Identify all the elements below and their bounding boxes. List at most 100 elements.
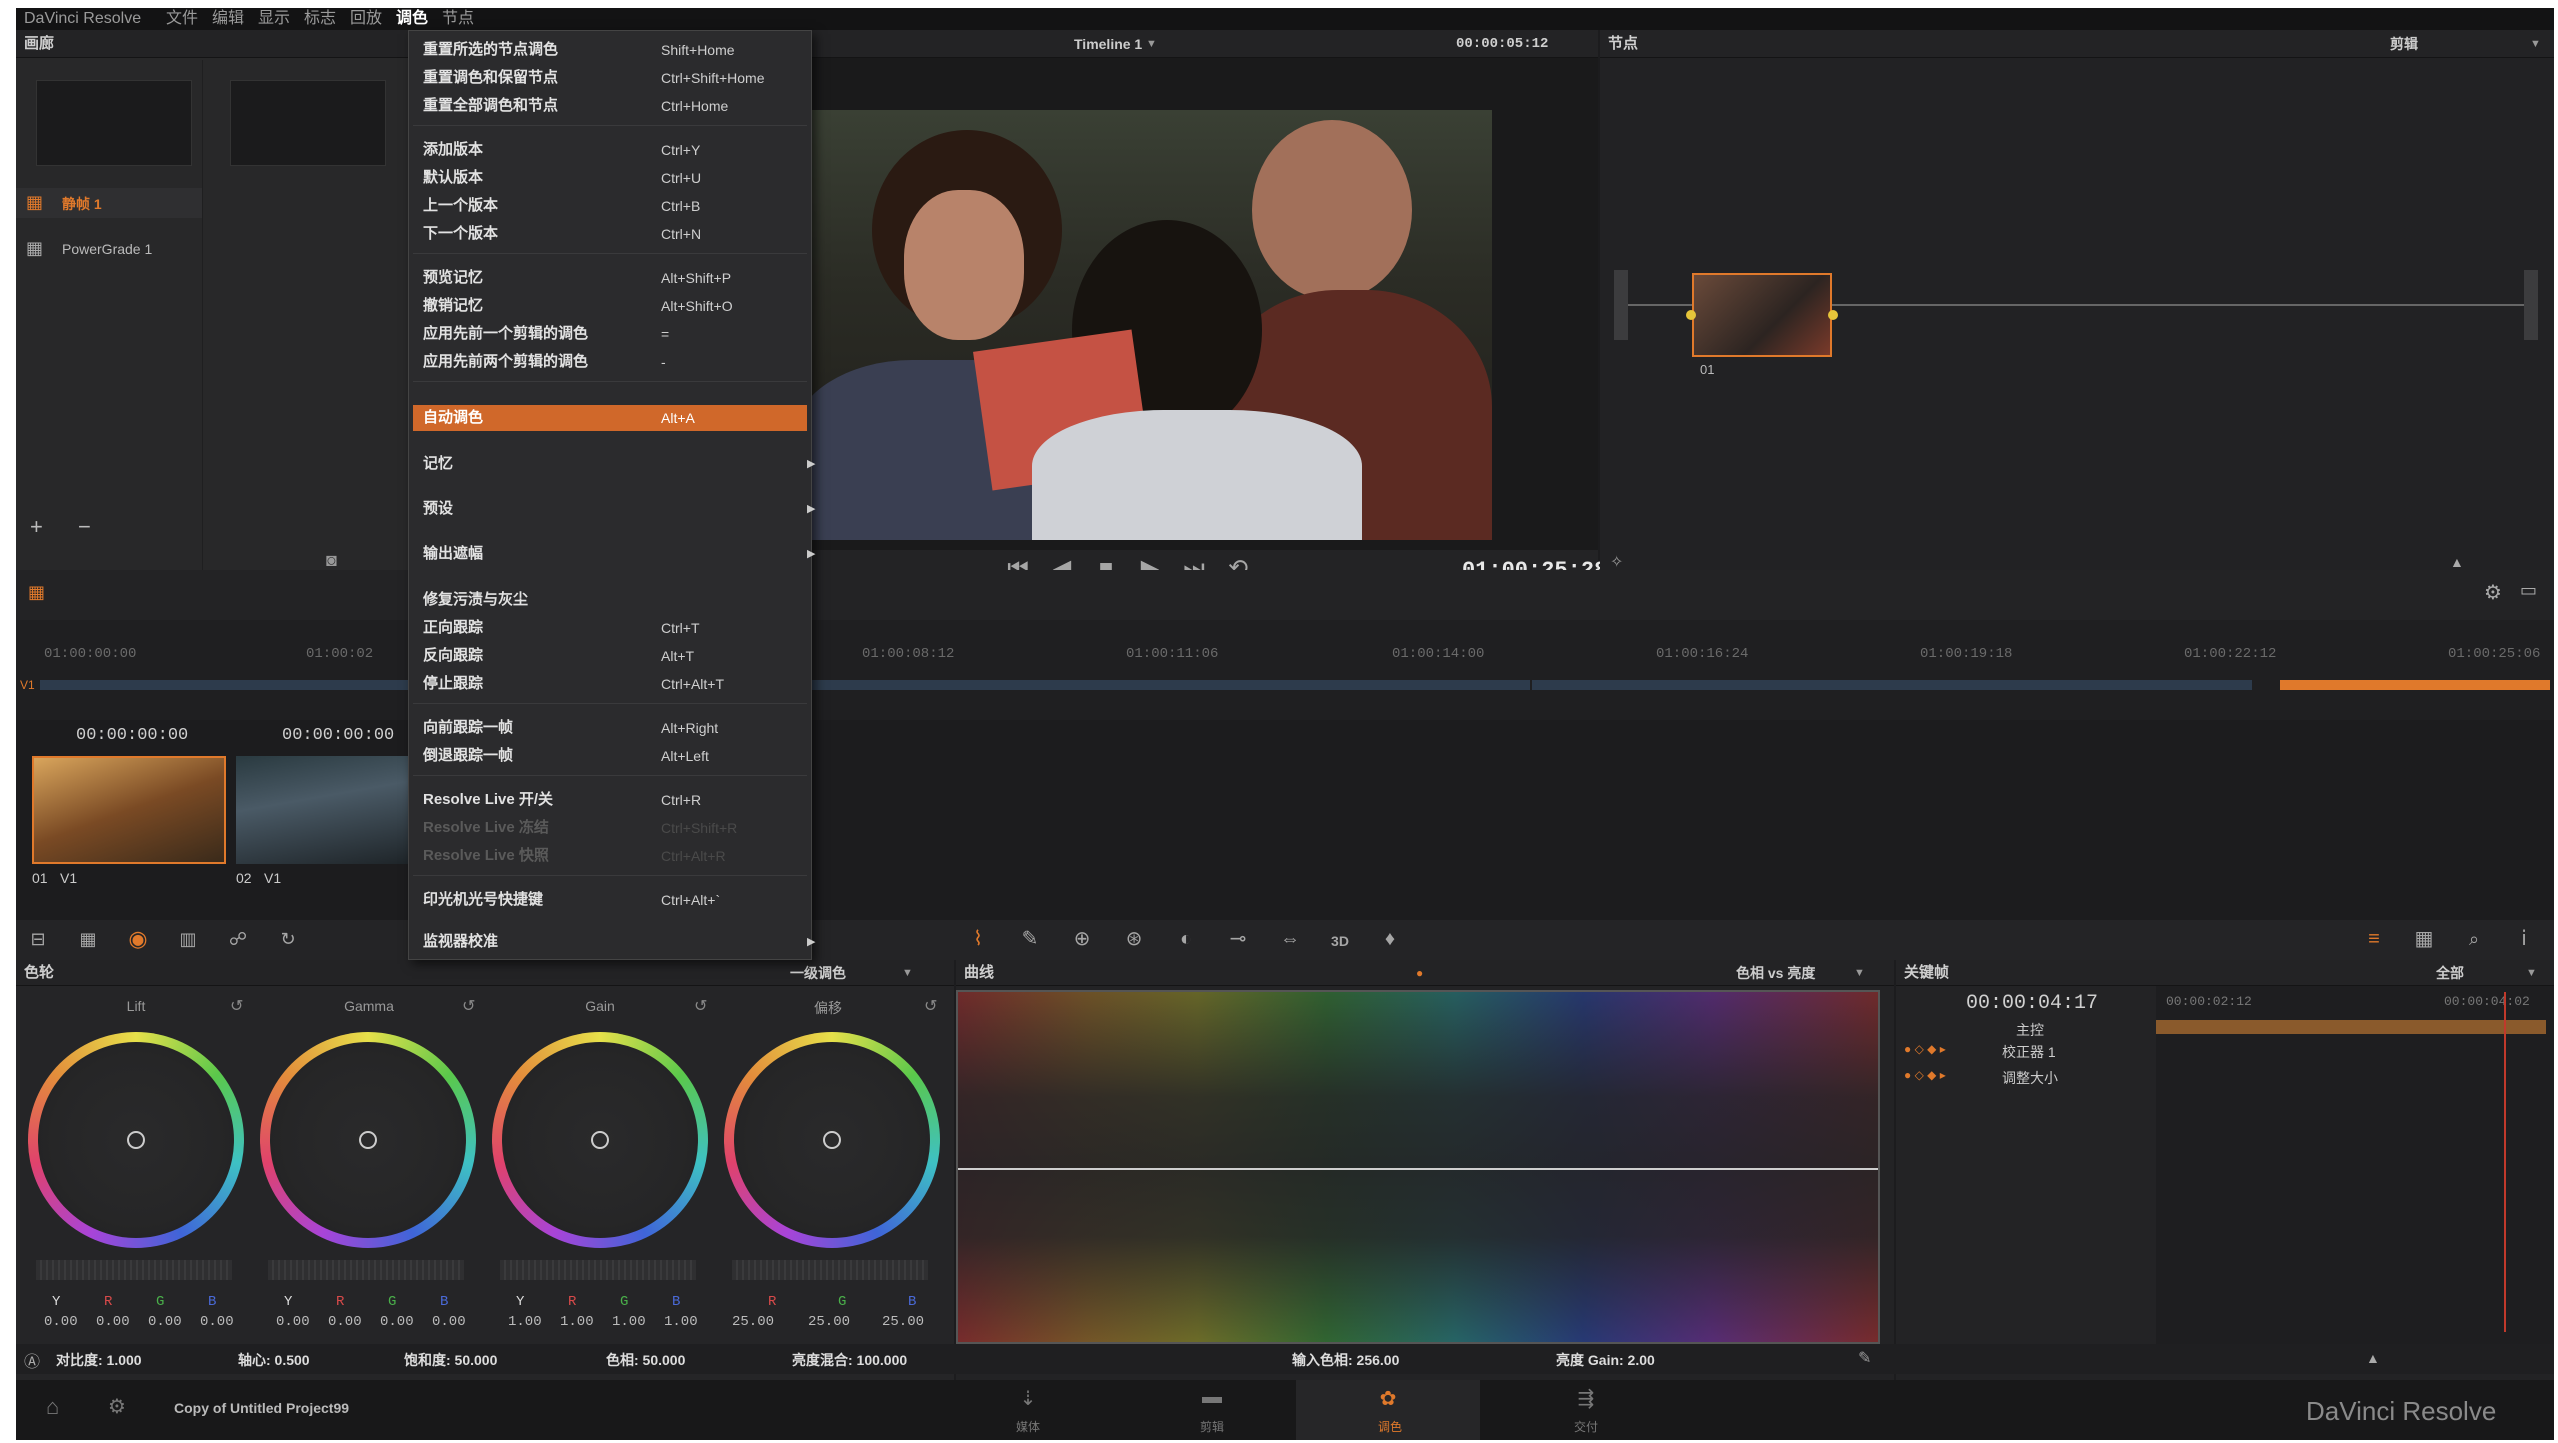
settings-icon[interactable]: ⚙ [108, 1394, 126, 1419]
wheel-puck[interactable] [591, 1131, 609, 1149]
reset-icon[interactable]: ↺ [924, 996, 937, 1016]
gamma-value-b[interactable]: 0.00 [432, 1314, 466, 1330]
menu-nodes[interactable]: 节点 [442, 8, 474, 30]
nodes-mode-select[interactable]: 剪辑 [2390, 30, 2418, 58]
gamma-value-r[interactable]: 0.00 [328, 1314, 362, 1330]
menu-item-preview-memory[interactable]: 预览记忆 Alt+Shift+P [423, 265, 1183, 291]
menu-item-memories[interactable]: 记忆 ▶ [423, 451, 1183, 477]
add-album-icon[interactable]: + [30, 514, 43, 540]
search-icon[interactable]: ⌕ [2456, 924, 2492, 954]
menu-item-track-forward[interactable]: 正向跟踪 Ctrl+T [423, 615, 1183, 641]
gain-value-g[interactable]: 1.00 [612, 1314, 646, 1330]
offset-master-wheel[interactable] [732, 1260, 928, 1280]
menu-edit[interactable]: 编辑 [212, 8, 244, 30]
gain-value-y[interactable]: 1.00 [508, 1314, 542, 1330]
primary-mode-select[interactable]: 一级调色 [790, 960, 846, 986]
menu-view[interactable]: 显示 [258, 8, 290, 30]
eyedropper-icon[interactable]: ✎ [1858, 1348, 1871, 1368]
menu-item-resolve-live-toggle[interactable]: Resolve Live 开/关 Ctrl+R [423, 787, 1183, 813]
menu-item-dust-removal[interactable]: 修复污渍与灰尘 [423, 587, 1183, 613]
lift-value-g[interactable]: 0.00 [148, 1314, 182, 1330]
motion-effects-icon[interactable]: ☍ [220, 924, 256, 954]
keyframe-row-corrector[interactable]: 校正器 1 [2002, 1042, 2056, 1062]
menu-playback[interactable]: 回放 [350, 8, 382, 30]
menu-item-apply-prev-one[interactable]: 应用先前一个剪辑的调色 = [423, 321, 1183, 347]
gamma-value-y[interactable]: 0.00 [276, 1314, 310, 1330]
hue-vs-lum-graph[interactable] [956, 990, 1880, 1344]
lift-master-wheel[interactable] [36, 1260, 232, 1280]
clip-thumbnail-01[interactable] [32, 756, 226, 864]
lift-value-y[interactable]: 0.00 [44, 1314, 78, 1330]
wheel-puck[interactable] [823, 1131, 841, 1149]
offset-value-b[interactable]: 25.00 [882, 1314, 924, 1330]
menu-item-apply-prev-two[interactable]: 应用先前两个剪辑的调色 - [423, 349, 1183, 375]
menu-item-track-prev-frame[interactable]: 倒退跟踪一帧 Alt+Left [423, 743, 1183, 769]
keyframe-dot[interactable]: ● ◇ ◆ ▸ [1904, 1042, 1946, 1056]
page-edit[interactable]: ▬ 剪辑 [1172, 1386, 1252, 1438]
mini-timeline[interactable]: 01:00:00:00 01:00:02 01:00:08:12 01:00:1… [16, 620, 2554, 720]
contrast-value[interactable]: 对比度: 1.000 [56, 1350, 142, 1370]
album-item-powergrade[interactable]: ▦ PowerGrade 1 [16, 234, 202, 264]
keyframe-dot[interactable]: ● ◇ ◆ ▸ [1904, 1068, 1946, 1082]
keyframe-track-area[interactable]: 00:00:02:12 00:00:04:02 [2156, 986, 2554, 1346]
menu-item-prev-version[interactable]: 上一个版本 Ctrl+B [423, 193, 1183, 219]
lum-mix-value[interactable]: 亮度混合: 100.000 [792, 1350, 907, 1370]
rgb-mixer-icon[interactable]: ▥ [170, 924, 206, 954]
menu-item-track-next-frame[interactable]: 向前跟踪一帧 Alt+Right [423, 715, 1183, 741]
reset-icon[interactable]: ↺ [230, 996, 243, 1016]
dropper-icon[interactable]: ♦ [1372, 924, 1408, 954]
node-input[interactable] [1614, 270, 1628, 340]
zoom-handle[interactable]: ▲ [2366, 1350, 2380, 1366]
grid-icon[interactable]: ▦ [2406, 924, 2442, 954]
wheel-puck[interactable] [359, 1131, 377, 1149]
page-color[interactable]: ✿ 调色 [1296, 1380, 1480, 1440]
chevron-down-icon[interactable]: ▼ [902, 960, 913, 986]
keyframe-playhead[interactable] [2504, 992, 2506, 1332]
offset-value-g[interactable]: 25.00 [808, 1314, 850, 1330]
menu-color[interactable]: 调色 [396, 8, 428, 30]
menu-mark[interactable]: 标志 [304, 8, 336, 30]
chevron-down-icon[interactable]: ▼ [1854, 960, 1865, 986]
gamma-master-wheel[interactable] [268, 1260, 464, 1280]
remove-album-icon[interactable]: − [78, 514, 91, 540]
refresh-icon[interactable]: ↻ [270, 924, 306, 954]
keyframe-master-bar[interactable] [2156, 1020, 2546, 1034]
display-icon[interactable]: ▭ [2520, 580, 2537, 601]
page-media[interactable]: ⇣ 媒体 [988, 1386, 1068, 1438]
clip-thumbnail-02[interactable] [236, 756, 416, 864]
menu-item-reset-selected-node[interactable]: 重置所选的节点调色 Shift+Home [423, 37, 1183, 63]
settings-icon[interactable]: ⚙ [2484, 580, 2502, 605]
menu-item-default-version[interactable]: 默认版本 Ctrl+U [423, 165, 1183, 191]
lift-value-b[interactable]: 0.00 [200, 1314, 234, 1330]
node-01[interactable] [1692, 273, 1832, 357]
home-icon[interactable]: ⌂ [46, 1394, 59, 1420]
chevron-down-icon[interactable]: ▼ [2530, 30, 2541, 58]
gallery-still-slot[interactable] [230, 80, 386, 166]
gain-value-b[interactable]: 1.00 [664, 1314, 698, 1330]
node-tool-icon[interactable]: ✧ [1610, 552, 1623, 572]
keyframes-icon[interactable]: ≡ [2356, 924, 2392, 954]
timeline-icon[interactable]: ▦ [28, 582, 45, 603]
keyframe-row-sizing[interactable]: 调整大小 [2002, 1068, 2058, 1088]
page-deliver[interactable]: ⇶ 交付 [1546, 1386, 1626, 1438]
timeline-clip-2[interactable] [1532, 680, 2252, 690]
node-output-dot[interactable] [1828, 310, 1838, 320]
menu-item-track-reverse[interactable]: 反向跟踪 Alt+T [423, 643, 1183, 669]
node-input-dot[interactable] [1686, 310, 1696, 320]
gallery-view-icon[interactable]: ◙ [326, 550, 337, 571]
menu-item-printer-lights[interactable]: 印光机光号快捷键 Ctrl+Alt+` [423, 887, 1183, 913]
color-match-icon[interactable]: ▦ [70, 924, 106, 954]
menu-item-monitor-calibration[interactable]: 监视器校准 ▶ [423, 929, 1183, 955]
keyframes-filter[interactable]: 全部 [2436, 960, 2464, 986]
menu-item-reset-keep-nodes[interactable]: 重置调色和保留节点 Ctrl+Shift+Home [423, 65, 1183, 91]
lift-value-r[interactable]: 0.00 [96, 1314, 130, 1330]
menu-item-auto-color[interactable]: 自动调色 Alt+A [413, 405, 807, 431]
gain-value-r[interactable]: 1.00 [560, 1314, 594, 1330]
sizing-icon[interactable]: ⇔ [1272, 924, 1308, 954]
menu-item-add-version[interactable]: 添加版本 Ctrl+Y [423, 137, 1183, 163]
timeline-clip-selected[interactable] [2280, 680, 2550, 690]
gallery-still-slot[interactable] [36, 80, 192, 166]
node-output[interactable] [2524, 270, 2538, 340]
reset-icon[interactable]: ↺ [694, 996, 707, 1016]
menu-item-next-version[interactable]: 下一个版本 Ctrl+N [423, 221, 1183, 247]
